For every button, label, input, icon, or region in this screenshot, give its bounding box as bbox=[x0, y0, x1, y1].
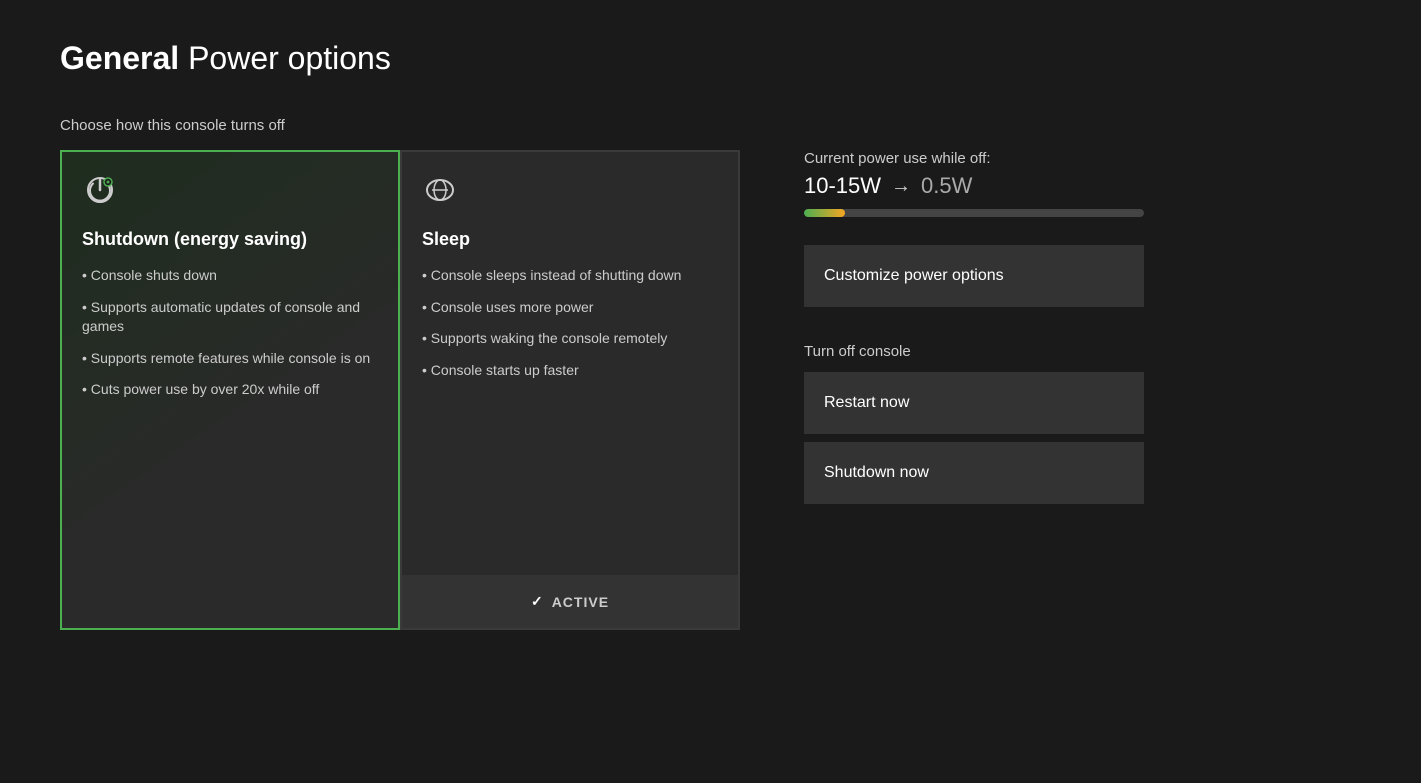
title-bold: General bbox=[60, 40, 179, 76]
power-values: 10-15W → 0.5W bbox=[804, 173, 1361, 199]
section-label: Choose how this console turns off bbox=[60, 117, 1361, 134]
main-content: Shutdown (energy saving) Console shuts d… bbox=[60, 150, 1361, 630]
active-label: ACTIVE bbox=[552, 594, 609, 610]
title-rest: Power options bbox=[179, 40, 391, 76]
power-progress-fill bbox=[804, 209, 845, 217]
power-options: Shutdown (energy saving) Console shuts d… bbox=[60, 150, 740, 630]
turn-off-label: Turn off console bbox=[804, 343, 1361, 360]
page-title: General Power options bbox=[60, 40, 1361, 77]
sleep-feature-3: Supports waking the console remotely bbox=[422, 329, 718, 349]
power-info: Current power use while off: 10-15W → 0.… bbox=[804, 150, 1361, 217]
shutdown-feature-3: Supports remote features while console i… bbox=[82, 349, 378, 369]
shutdown-card[interactable]: Shutdown (energy saving) Console shuts d… bbox=[60, 150, 400, 630]
shutdown-icon bbox=[82, 172, 378, 215]
power-progress-bar bbox=[804, 209, 1144, 217]
sleep-card-footer: ✓ ACTIVE bbox=[402, 575, 738, 628]
active-checkmark: ✓ bbox=[531, 593, 544, 610]
sleep-feature-4: Console starts up faster bbox=[422, 361, 718, 381]
sleep-feature-1: Console sleeps instead of shutting down bbox=[422, 266, 718, 286]
sleep-feature-2: Console uses more power bbox=[422, 298, 718, 318]
sleep-icon bbox=[422, 172, 718, 215]
power-old-value: 10-15W bbox=[804, 173, 881, 199]
sleep-card[interactable]: Sleep Console sleeps instead of shutting… bbox=[400, 150, 740, 630]
shutdown-feature-4: Cuts power use by over 20x while off bbox=[82, 380, 378, 400]
sleep-card-title: Sleep bbox=[422, 229, 718, 250]
power-info-label: Current power use while off: bbox=[804, 150, 1361, 167]
page-container: General Power options Choose how this co… bbox=[0, 0, 1421, 670]
shutdown-feature-1: Console shuts down bbox=[82, 266, 378, 286]
power-arrow: → bbox=[891, 175, 911, 198]
shutdown-features: Console shuts down Supports automatic up… bbox=[82, 266, 378, 400]
sleep-features: Console sleeps instead of shutting down … bbox=[422, 266, 718, 380]
shutdown-button[interactable]: Shutdown now bbox=[804, 442, 1144, 504]
shutdown-card-body: Shutdown (energy saving) Console shuts d… bbox=[62, 152, 398, 628]
customize-button[interactable]: Customize power options bbox=[804, 245, 1144, 307]
shutdown-card-title: Shutdown (energy saving) bbox=[82, 229, 378, 250]
sleep-card-body: Sleep Console sleeps instead of shutting… bbox=[402, 152, 738, 575]
right-panel: Current power use while off: 10-15W → 0.… bbox=[764, 150, 1361, 512]
shutdown-feature-2: Supports automatic updates of console an… bbox=[82, 298, 378, 337]
restart-button[interactable]: Restart now bbox=[804, 372, 1144, 434]
power-new-value: 0.5W bbox=[921, 173, 972, 199]
